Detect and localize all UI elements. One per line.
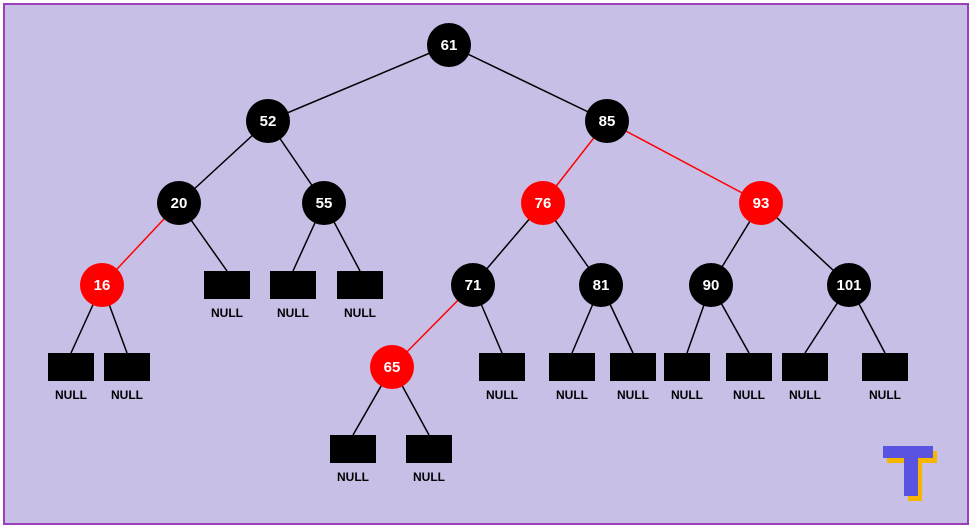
edge: [607, 121, 761, 203]
null-leaf: [330, 435, 376, 463]
null-label: NULL: [277, 306, 309, 320]
null-leaf: [204, 271, 250, 299]
tree-node-label: 90: [703, 277, 720, 294]
tree-node-label: 55: [316, 195, 333, 212]
tree-node-label: 20: [171, 195, 188, 212]
tree-node-label: 71: [465, 277, 482, 294]
null-label: NULL: [733, 388, 765, 402]
tree-node-label: 16: [94, 277, 111, 294]
edge: [268, 45, 449, 121]
rb-tree-diagram: NULL NULL NULL NULL NULL NULL NULL NULL NULL NULL…: [5, 5, 967, 523]
null-label: NULL: [486, 388, 518, 402]
null-label: NULL: [55, 388, 87, 402]
null-leaf: [270, 271, 316, 299]
null-label: NULL: [556, 388, 588, 402]
tree-node-label: 85: [599, 113, 616, 130]
null-leaf: [48, 353, 94, 381]
tree-node-label: 65: [384, 359, 401, 376]
tree-node-label: 93: [753, 195, 770, 212]
null-leaf: [104, 353, 150, 381]
null-leaf: [406, 435, 452, 463]
null-label: NULL: [211, 306, 243, 320]
null-label: NULL: [413, 470, 445, 484]
null-label: NULL: [789, 388, 821, 402]
null-label: NULL: [617, 388, 649, 402]
tree-node-label: 101: [836, 277, 861, 294]
tree-node-label: 81: [593, 277, 610, 294]
null-label: NULL: [337, 470, 369, 484]
null-leaf: [726, 353, 772, 381]
site-logo: [881, 443, 939, 503]
null-leaf: [862, 353, 908, 381]
tree-node-label: 52: [260, 113, 277, 130]
null-leaf: [610, 353, 656, 381]
nodes-layer: 61 52 85 20 55 76 93 16 71 81 90 101 65: [80, 23, 871, 389]
null-label: NULL: [344, 306, 376, 320]
null-label: NULL: [869, 388, 901, 402]
null-leaf: [479, 353, 525, 381]
null-label: NULL: [111, 388, 143, 402]
null-leaf: [549, 353, 595, 381]
null-leaf: [782, 353, 828, 381]
tree-node-label: 61: [441, 37, 458, 54]
null-label: NULL: [671, 388, 703, 402]
edge: [449, 45, 607, 121]
null-leaf: [664, 353, 710, 381]
diagram-frame: NULL NULL NULL NULL NULL NULL NULL NULL NULL NULL…: [3, 3, 969, 525]
null-leaf: [337, 271, 383, 299]
tree-node-label: 76: [535, 195, 552, 212]
